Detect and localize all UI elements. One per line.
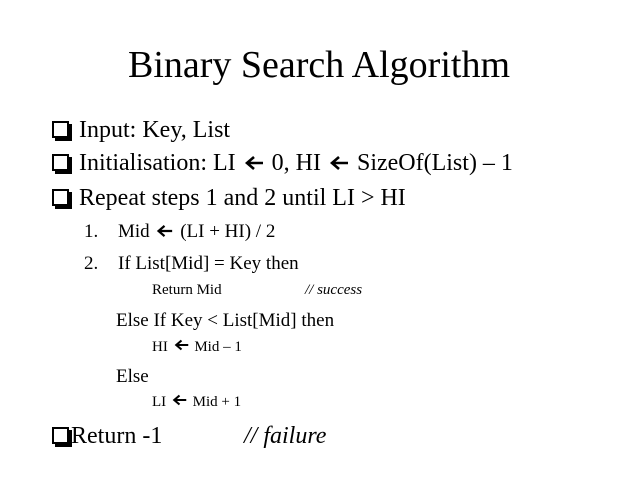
step-1-text-b: (LI + HI) / 2 (180, 221, 276, 242)
else-if-text: Else If Key < List[Mid] then (116, 310, 335, 331)
step-2-text: If List[Mid] = Key then (118, 253, 299, 274)
return-text: Return -1 (71, 423, 163, 449)
hi-text-a: HI (152, 339, 168, 355)
square-bullet-icon (52, 189, 69, 206)
success-comment-text: // success (305, 282, 363, 298)
slide: Binary Search Algorithm Input: Key, List… (0, 0, 638, 479)
hi-assign-line: HI Mid – 1 (152, 338, 242, 357)
else-text: Else (116, 366, 149, 387)
return-mid-text: Return Mid (152, 282, 222, 298)
bullet-repeat: Repeat steps 1 and 2 until LI > HI (52, 184, 406, 212)
init-text-a: Initialisation: LI (79, 150, 236, 176)
bullet-return: Return -1 (52, 422, 162, 450)
else-line: Else (116, 365, 149, 388)
left-arrow-icon (329, 150, 349, 178)
step-2: 2. If List[Mid] = Key then (84, 252, 299, 275)
bullet-input: Input: Key, List (52, 116, 230, 144)
square-bullet-icon (52, 121, 69, 138)
li-text-b: Mid + 1 (192, 394, 242, 410)
init-text-c: SizeOf(List) – 1 (356, 150, 513, 176)
step-1-text-a: Mid (118, 221, 150, 242)
input-text: Input: Key, List (79, 117, 231, 143)
left-arrow-icon (172, 393, 187, 412)
failure-comment-text: // failure (244, 423, 327, 449)
page-title: Binary Search Algorithm (127, 44, 511, 86)
repeat-text: Repeat steps 1 and 2 until LI > HI (79, 185, 406, 211)
left-arrow-icon (244, 150, 264, 178)
failure-comment: // failure (244, 422, 326, 450)
step-1-number: 1. (84, 221, 99, 242)
return-mid-line: Return Mid (152, 281, 222, 300)
step-1: 1. Mid (LI + HI) / 2 (84, 220, 275, 244)
li-text-a: LI (152, 394, 167, 410)
step-2-number: 2. (84, 253, 99, 274)
hi-text-b: Mid – 1 (194, 339, 242, 355)
left-arrow-icon (174, 338, 189, 357)
bullet-initialisation: Initialisation: LI 0, HI SizeOf(List) – … (52, 149, 513, 178)
success-comment: // success (305, 281, 362, 300)
square-bullet-icon (52, 154, 69, 171)
else-if-line: Else If Key < List[Mid] then (116, 309, 334, 332)
init-text-b: 0, HI (271, 150, 321, 176)
left-arrow-icon (156, 221, 173, 244)
li-assign-line: LI Mid + 1 (152, 393, 241, 412)
square-bullet-icon (52, 427, 69, 444)
